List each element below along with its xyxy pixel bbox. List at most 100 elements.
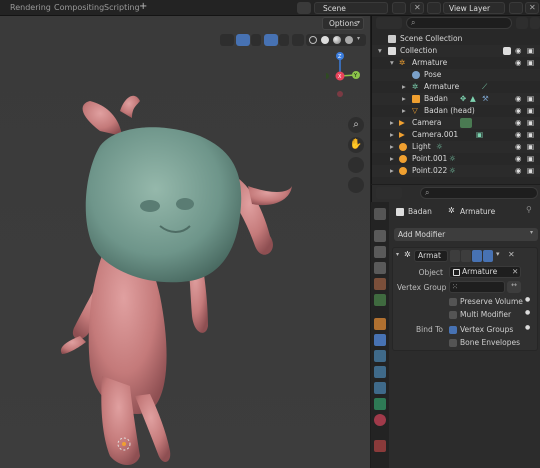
expand-arrow-icon[interactable]: ▸ — [402, 93, 406, 105]
list-item[interactable]: ▸ Point.022 ☼ ◉ ▣ — [372, 165, 540, 177]
eye-icon[interactable]: ◉ — [515, 141, 522, 153]
list-item[interactable]: ▾ Collection ◉ ▣ — [372, 45, 540, 57]
keyframe-dot-icon[interactable]: ● — [525, 296, 530, 303]
list-item[interactable]: ▸ Point.001 ☼ ◉ ▣ — [372, 153, 540, 165]
expand-arrow-icon[interactable]: ▸ — [402, 105, 406, 117]
invert-icon[interactable]: ↔ — [507, 281, 521, 293]
material-tab-icon[interactable] — [374, 414, 386, 426]
collapse-arrow-icon[interactable]: ▾ — [396, 251, 399, 258]
expand-arrow-icon[interactable]: ▸ — [390, 165, 394, 177]
eye-icon[interactable]: ◉ — [515, 105, 522, 117]
list-item[interactable]: Pose — [372, 69, 540, 81]
delete-view-layer-icon[interactable]: ✕ — [525, 2, 539, 14]
object-field[interactable]: Armature ✕ — [449, 266, 521, 278]
tab-compositing[interactable]: Compositing — [54, 3, 104, 12]
tool-tab-icon[interactable] — [374, 208, 386, 220]
camera-render-icon[interactable]: ▣ — [527, 45, 534, 57]
physics-tab-icon[interactable] — [374, 366, 386, 378]
expand-arrow-icon[interactable]: ▸ — [390, 153, 394, 165]
view-layer-type-icon[interactable] — [427, 2, 441, 14]
vertex-groups-checkbox[interactable] — [449, 326, 457, 334]
preserve-volume-checkbox[interactable] — [449, 298, 457, 306]
eye-icon[interactable]: ◉ — [515, 93, 522, 105]
eye-icon[interactable]: ◉ — [515, 57, 522, 69]
xray-toggle-icon[interactable] — [292, 34, 304, 46]
add-workspace-button[interactable]: + — [139, 1, 147, 12]
camera-render-icon[interactable]: ▣ — [527, 141, 534, 153]
zoom-icon[interactable]: ⌕ — [348, 117, 364, 133]
bone-envelopes-checkbox[interactable] — [449, 339, 457, 347]
expand-arrow-icon[interactable]: ▸ — [390, 141, 394, 153]
modifier-menu-icon[interactable]: ▾ — [496, 250, 500, 258]
gizmo-toggle-icon[interactable] — [236, 34, 250, 46]
texture-tab-icon[interactable] — [374, 440, 386, 452]
overlays-toggle-icon[interactable] — [264, 34, 278, 46]
viewport-display-icon[interactable] — [472, 250, 482, 262]
delete-scene-icon[interactable]: ✕ — [410, 2, 424, 14]
scene-type-icon[interactable] — [297, 2, 311, 14]
expand-arrow-icon[interactable]: ▾ — [378, 45, 382, 57]
object-tab-icon[interactable] — [374, 318, 386, 330]
vertex-group-field[interactable]: ⁙ — [449, 281, 505, 293]
eye-icon[interactable]: ◉ — [515, 153, 522, 165]
world-tab-icon[interactable] — [374, 294, 386, 306]
visibility-icon[interactable] — [220, 34, 234, 46]
outliner-display-mode-icon[interactable] — [376, 17, 402, 29]
clear-icon[interactable]: ✕ — [512, 267, 518, 277]
modifier-name-field[interactable]: Armat — [414, 250, 448, 262]
render-display-icon[interactable] — [483, 250, 493, 262]
new-collection-icon[interactable] — [530, 17, 540, 29]
expand-arrow-icon[interactable]: ▸ — [390, 129, 394, 141]
camera-render-icon[interactable]: ▣ — [527, 165, 534, 177]
solid-shading-icon[interactable] — [321, 36, 329, 44]
ortho-grid-icon[interactable] — [348, 177, 364, 193]
data-tab-icon[interactable] — [374, 398, 386, 410]
tab-scripting[interactable]: Scripting — [104, 3, 140, 12]
keyframe-dot-icon[interactable]: ● — [525, 309, 530, 316]
shading-dropdown-icon[interactable]: ▾ — [357, 35, 360, 42]
keyframe-dot-icon[interactable]: ● — [525, 324, 530, 331]
gizmo-dropdown-icon[interactable] — [251, 34, 261, 46]
list-item[interactable]: ▸ ▽ Badan (head) ◉ ▣ — [372, 105, 540, 117]
material-shading-icon[interactable] — [333, 36, 341, 44]
properties-search-input[interactable]: ⌕ — [420, 187, 538, 199]
particles-tab-icon[interactable] — [374, 350, 386, 362]
overlays-dropdown-icon[interactable] — [279, 34, 289, 46]
pin-icon[interactable]: ⚲ — [526, 205, 532, 214]
modifier-wrench-tab-icon[interactable] — [374, 334, 386, 346]
scene-selector[interactable]: Scene — [314, 2, 388, 14]
camera-render-icon[interactable]: ▣ — [527, 129, 534, 141]
expand-arrow-icon[interactable]: ▸ — [402, 81, 406, 93]
filter-icon[interactable] — [516, 17, 528, 29]
constraints-tab-icon[interactable] — [374, 382, 386, 394]
camera-render-icon[interactable]: ▣ — [527, 93, 534, 105]
camera-view-icon[interactable] — [348, 157, 364, 173]
render-tab-icon[interactable] — [374, 230, 386, 242]
character-mesh[interactable] — [40, 76, 320, 468]
new-scene-icon[interactable] — [392, 2, 406, 14]
exclude-checkbox[interactable] — [503, 47, 511, 55]
multi-modifier-checkbox[interactable] — [449, 311, 457, 319]
wireframe-shading-icon[interactable] — [309, 36, 317, 44]
list-item[interactable]: ▸ ✲ Armature ⟋ — [372, 81, 540, 93]
list-item[interactable]: Scene Collection — [372, 33, 540, 45]
eye-icon[interactable]: ◉ — [515, 165, 522, 177]
camera-render-icon[interactable]: ▣ — [527, 105, 534, 117]
new-view-layer-icon[interactable] — [509, 2, 523, 14]
list-item[interactable]: ▸ Badan ✥ ▲ ⚒ ◉ ▣ — [372, 93, 540, 105]
list-item[interactable]: ▸ ▶ Camera.001 ▣ ◉ ▣ — [372, 129, 540, 141]
camera-render-icon[interactable]: ▣ — [527, 57, 534, 69]
output-tab-icon[interactable] — [374, 246, 386, 258]
pan-hand-icon[interactable]: ✋ — [348, 137, 364, 153]
camera-render-icon[interactable]: ▣ — [527, 117, 534, 129]
3d-viewport[interactable]: Options ▾ ▾ Z Y X ⌕ ✋ — [0, 16, 370, 468]
camera-render-icon[interactable]: ▣ — [527, 153, 534, 165]
list-item[interactable]: ▸ ▶ Camera ◉ ▣ — [372, 117, 540, 129]
add-modifier-button[interactable]: Add Modifier ▾ — [394, 228, 538, 241]
eye-icon[interactable]: ◉ — [515, 129, 522, 141]
options-dropdown[interactable]: Options ▾ — [322, 17, 364, 30]
tab-rendering[interactable]: Rendering — [10, 3, 51, 12]
eye-icon[interactable]: ◉ — [515, 45, 522, 57]
view-layer-tab-icon[interactable] — [374, 262, 386, 274]
expand-arrow-icon[interactable]: ▸ — [390, 117, 394, 129]
